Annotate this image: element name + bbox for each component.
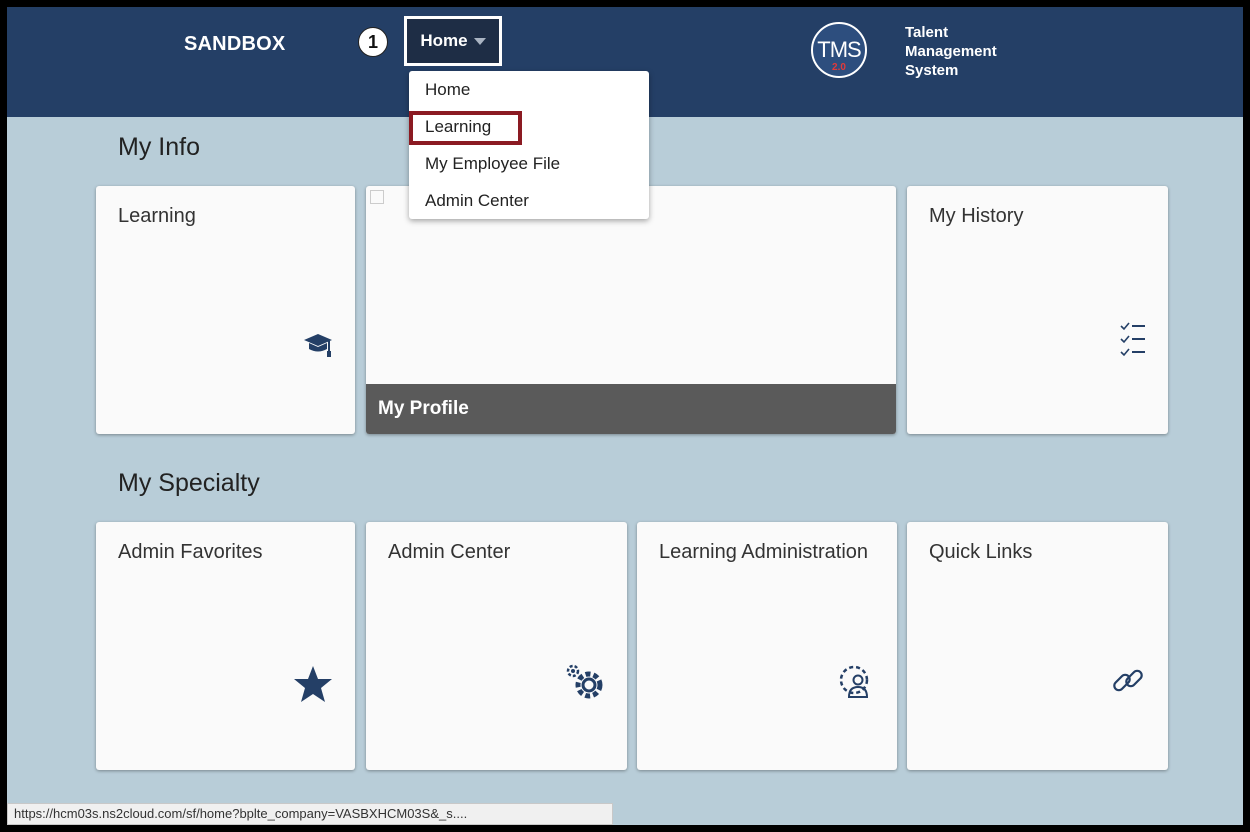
section-title-my-info: My Info (118, 133, 200, 161)
tile-title: Learning (118, 205, 196, 227)
home-nav-label: Home (420, 31, 468, 50)
menu-item-home[interactable]: Home (425, 77, 470, 103)
tile-title: Learning Administration (659, 541, 869, 563)
tile-title: Admin Center (388, 541, 511, 563)
menu-item-my-employee-file[interactable]: My Employee File (425, 151, 560, 177)
star-icon (293, 665, 333, 708)
tile-title: Admin Favorites (118, 541, 263, 563)
step-1-callout: 1 (358, 27, 388, 57)
checklist-icon (1120, 321, 1146, 364)
tile-admin-center[interactable]: Admin Center (366, 522, 627, 770)
graduation-cap-icon (303, 331, 333, 364)
environment-label: SANDBOX (184, 33, 286, 55)
caret-down-icon (473, 37, 486, 45)
tms-logo: TMS 2.0 (811, 22, 867, 78)
tile-my-history[interactable]: My History (907, 186, 1168, 434)
tile-title: Quick Links (929, 541, 1033, 563)
menu-item-admin-center[interactable]: Admin Center (425, 188, 529, 214)
tile-admin-favorites[interactable]: Admin Favorites (96, 522, 355, 770)
tile-my-profile[interactable]: My Profile (366, 186, 896, 434)
brand-line-2: Management (905, 43, 997, 60)
menu-item-learning[interactable]: Learning (425, 114, 491, 140)
app-frame: SANDBOX 1 Home TMS 2.0 Talent Management… (7, 7, 1243, 825)
tile-title: My Profile (366, 384, 896, 434)
tile-title: My History (929, 205, 1024, 227)
status-bar-url: https://hcm03s.ns2cloud.com/sf/home?bplt… (7, 803, 613, 825)
brand-line-1: Talent (905, 24, 949, 41)
tile-quick-links[interactable]: Quick Links (907, 522, 1168, 770)
logo-version: 2.0 (832, 62, 846, 73)
home-nav-menu[interactable]: Home (404, 16, 502, 66)
gears-icon (563, 661, 605, 706)
broken-image-icon (370, 190, 384, 204)
admin-gear-person-icon (837, 663, 875, 706)
link-icon (1110, 663, 1146, 704)
tile-learning[interactable]: Learning (96, 186, 355, 434)
tile-learning-administration[interactable]: Learning Administration (637, 522, 897, 770)
home-dropdown-menu: Home Learning My Employee File Admin Cen… (409, 71, 649, 219)
brand-line-3: System (905, 62, 959, 79)
logo-text: TMS (817, 37, 861, 62)
brand-name: Talent Management System (905, 23, 997, 80)
section-title-my-specialty: My Specialty (118, 469, 260, 497)
